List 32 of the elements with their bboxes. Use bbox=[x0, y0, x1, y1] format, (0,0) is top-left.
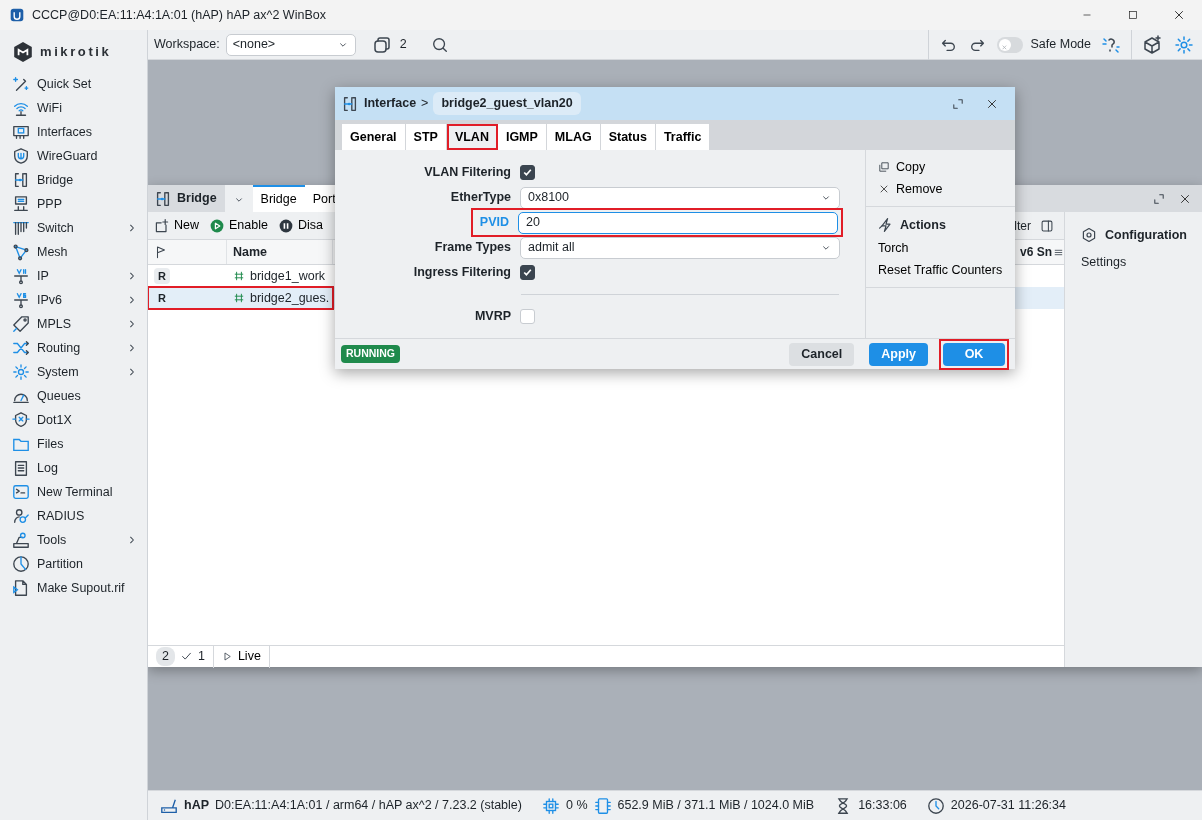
field-label: VLAN Filtering bbox=[423, 164, 511, 182]
section-title: Actions bbox=[900, 216, 946, 234]
device-name: hAP bbox=[184, 797, 209, 815]
breadcrumb-separator: > bbox=[421, 95, 429, 113]
row-count: 2 bbox=[156, 647, 175, 666]
workspace-label: Workspace: bbox=[154, 36, 220, 54]
flag-label: R bbox=[154, 268, 170, 284]
panel-title: Configuration bbox=[1105, 227, 1187, 244]
field-label: EtherType bbox=[449, 189, 511, 207]
device-info: D0:EA:11:A4:1A:01 / arm64 / hAP ax^2 / 7.23.2 (stable) bbox=[215, 797, 522, 815]
window-count: 2 bbox=[399, 36, 407, 54]
date-time: 2026-07-31 11:26:34 bbox=[950, 797, 1066, 815]
table-cell-text: bridge1_work bbox=[250, 267, 326, 285]
flag-label: R bbox=[157, 290, 167, 306]
breadcrumb: Interface bbox=[364, 95, 417, 113]
field-label: Ingress Filtering bbox=[412, 264, 511, 282]
safe-mode-label: Safe Mode bbox=[1030, 36, 1091, 54]
selected-count: 1 bbox=[197, 648, 205, 666]
field-label: Frame Types bbox=[433, 239, 511, 257]
column-header: v6 Sn bbox=[1020, 244, 1052, 261]
status-badge: RUNNING bbox=[341, 345, 400, 363]
cpu-usage: 0 % bbox=[565, 797, 588, 815]
window-title: CCCP@D0:EA:11:A4:1A:01 (hAP) hAP ax^2 WinBox bbox=[32, 6, 326, 24]
field-label: PVID bbox=[478, 214, 509, 232]
field-label: MVRP bbox=[473, 308, 511, 326]
item-name: bridge2_guest_vlan20 bbox=[433, 92, 581, 115]
uptime: 16:33:06 bbox=[858, 797, 907, 815]
table-cell-text: bridge2_gues. bbox=[250, 289, 330, 307]
memory-usage: 652.9 MiB / 371.1 MiB / 1024.0 MiB bbox=[617, 797, 815, 815]
window-title: Bridge bbox=[177, 190, 217, 208]
logo-text: mikrotik bbox=[40, 43, 112, 62]
filter-label: lter bbox=[1014, 217, 1031, 235]
